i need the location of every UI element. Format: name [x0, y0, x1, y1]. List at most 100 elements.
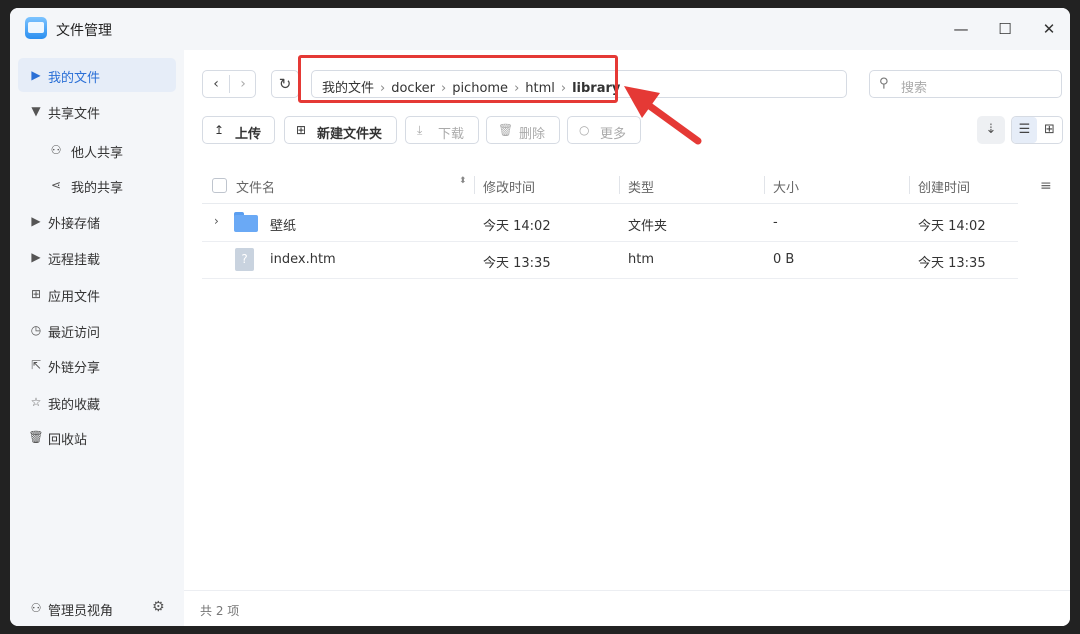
column-header-size[interactable]: 大小	[773, 177, 799, 196]
forward-button[interactable]: ›	[230, 71, 256, 97]
expand-arrow-icon: ▶	[31, 214, 41, 228]
file-size: -	[773, 215, 778, 230]
gear-icon[interactable]: ⚙	[152, 599, 165, 615]
table-row[interactable]: › 壁纸 今天 14:02 文件夹 - 今天 14:02	[202, 205, 1018, 242]
folder-icon	[234, 212, 258, 232]
expand-chevron-icon[interactable]: ›	[214, 214, 219, 228]
close-button[interactable]: ✕	[1037, 18, 1061, 40]
new-folder-icon: ⊞	[296, 123, 307, 137]
search-icon: ⚲	[879, 76, 889, 91]
sidebar-item-label: 他人共享	[71, 146, 124, 161]
column-divider	[474, 176, 475, 194]
file-modified: 今天 13:35	[483, 256, 551, 271]
grid-view-icon[interactable]: ⊞	[1037, 117, 1062, 143]
upload-button[interactable]: ↥ 上传	[202, 116, 275, 144]
sidebar-item-label: 我的共享	[71, 181, 124, 196]
upload-button-label: 上传	[235, 127, 262, 142]
sort-order-button[interactable]: ⇣	[977, 116, 1005, 144]
file-manager-app-icon	[25, 17, 47, 39]
sidebar: ▶ 我的文件 ▼ 共享文件 ⚇ 他人共享 ⋖ 我的共享 ▶ 外接存储 ▶ 远程挂…	[10, 50, 184, 626]
share-icon: ⋖	[50, 178, 62, 192]
external-link-icon: ⇱	[30, 358, 42, 372]
file-manager-window: 文件管理 — ☐ ✕ ▶ 我的文件 ▼ 共享文件 ⚇ 他人共享 ⋖ 我的共享 ▶…	[10, 8, 1070, 626]
users-icon: ⚇	[50, 143, 62, 157]
admin-view-label: 管理员视角	[48, 604, 114, 619]
admin-icon: ⚇	[30, 601, 42, 615]
item-count: 共 2 项	[200, 604, 240, 618]
sidebar-item-label: 外链分享	[48, 361, 101, 376]
file-name[interactable]: index.htm	[270, 252, 336, 267]
sidebar-item-shared-files[interactable]: ▼ 共享文件	[18, 94, 176, 128]
column-settings-icon[interactable]: ≡	[1040, 178, 1052, 194]
more-button[interactable]: ○ 更多	[567, 116, 641, 144]
more-icon: ○	[579, 123, 590, 137]
trash-icon: 🗑	[498, 123, 514, 137]
expand-arrow-icon: ▶	[31, 68, 41, 82]
star-icon: ☆	[30, 395, 42, 409]
refresh-button[interactable]: ↻	[271, 70, 299, 98]
delete-button-label: 删除	[519, 127, 546, 142]
column-divider	[909, 176, 910, 194]
unknown-file-icon: ?	[235, 248, 254, 271]
annotation-highlight-box	[298, 55, 618, 103]
sidebar-item-my-files[interactable]: ▶ 我的文件	[18, 58, 176, 92]
sidebar-item-label: 我的收藏	[48, 398, 101, 413]
title-bar: 文件管理 — ☐ ✕	[10, 8, 1070, 50]
status-bar: 共 2 项	[184, 590, 1070, 626]
expand-arrow-icon: ▶	[31, 250, 41, 264]
download-button-label: 下载	[438, 127, 465, 142]
table-row[interactable]: ? index.htm 今天 13:35 htm 0 B 今天 13:35	[202, 242, 1018, 279]
sidebar-item-recycle-bin[interactable]: 🗑 回收站	[18, 420, 176, 454]
search-input[interactable]: 搜索	[901, 77, 927, 96]
list-view-icon[interactable]: ☰	[1012, 117, 1037, 143]
select-all-checkbox[interactable]	[212, 178, 227, 193]
file-created: 今天 13:35	[918, 256, 986, 271]
file-type: 文件夹	[628, 219, 668, 234]
sidebar-item-external-storage[interactable]: ▶ 外接存储	[18, 204, 176, 238]
sort-icon[interactable]: ⬍	[459, 177, 467, 186]
view-toggle: ☰ ⊞	[1011, 116, 1063, 144]
sidebar-footer: ⚇ 管理员视角 ⚙	[10, 590, 184, 626]
new-folder-button[interactable]: ⊞ 新建文件夹	[284, 116, 397, 144]
column-header-created[interactable]: 创建时间	[918, 177, 970, 196]
column-header-modified[interactable]: 修改时间	[483, 177, 535, 196]
main-panel: ‹ › ↻ 我的文件 › docker › pichome › html › library ⚲…	[184, 50, 1070, 626]
sidebar-item-shared-with-me[interactable]: ⚇ 他人共享	[18, 133, 176, 167]
file-size: 0 B	[773, 252, 795, 267]
delete-button[interactable]: 🗑 删除	[486, 116, 560, 144]
back-button[interactable]: ‹	[203, 71, 229, 97]
sidebar-item-label: 共享文件	[48, 107, 101, 122]
column-divider	[619, 176, 620, 194]
sidebar-item-recent[interactable]: ◷ 最近访问	[18, 313, 176, 347]
upload-icon: ↥	[214, 123, 225, 137]
sidebar-item-app-files[interactable]: ⊞ 应用文件	[18, 277, 176, 311]
more-button-label: 更多	[600, 127, 627, 142]
sidebar-item-label: 最近访问	[48, 326, 101, 341]
download-icon: ⤓	[417, 123, 423, 137]
download-button[interactable]: ⤓ 下载	[405, 116, 479, 144]
sidebar-item-favorites[interactable]: ☆ 我的收藏	[18, 385, 176, 419]
sidebar-item-external-links[interactable]: ⇱ 外链分享	[18, 348, 176, 382]
file-modified: 今天 14:02	[483, 219, 551, 234]
column-header-name[interactable]: 文件名	[236, 177, 275, 196]
sidebar-item-label: 我的文件	[48, 71, 101, 86]
maximize-button[interactable]: ☐	[993, 18, 1017, 40]
sidebar-item-remote-mount[interactable]: ▶ 远程挂载	[18, 240, 176, 274]
trash-icon: 🗑	[28, 430, 44, 444]
column-divider	[764, 176, 765, 194]
column-header-type[interactable]: 类型	[628, 177, 654, 196]
collapse-arrow-icon: ▼	[31, 104, 41, 118]
app-title: 文件管理	[56, 23, 112, 39]
minimize-button[interactable]: —	[949, 18, 973, 40]
search-box[interactable]: ⚲ 搜索	[869, 70, 1062, 98]
file-type: htm	[628, 252, 654, 267]
apps-grid-icon: ⊞	[30, 287, 42, 301]
new-folder-button-label: 新建文件夹	[317, 127, 383, 142]
sidebar-item-label: 回收站	[48, 433, 88, 448]
sidebar-item-my-shares[interactable]: ⋖ 我的共享	[18, 168, 176, 202]
table-header: 文件名 ⬍ 修改时间 类型 大小 创建时间	[202, 166, 1018, 204]
sidebar-item-label: 外接存储	[48, 217, 101, 232]
file-name[interactable]: 壁纸	[270, 215, 296, 234]
sidebar-item-label: 应用文件	[48, 290, 101, 305]
sidebar-item-label: 远程挂载	[48, 253, 101, 268]
